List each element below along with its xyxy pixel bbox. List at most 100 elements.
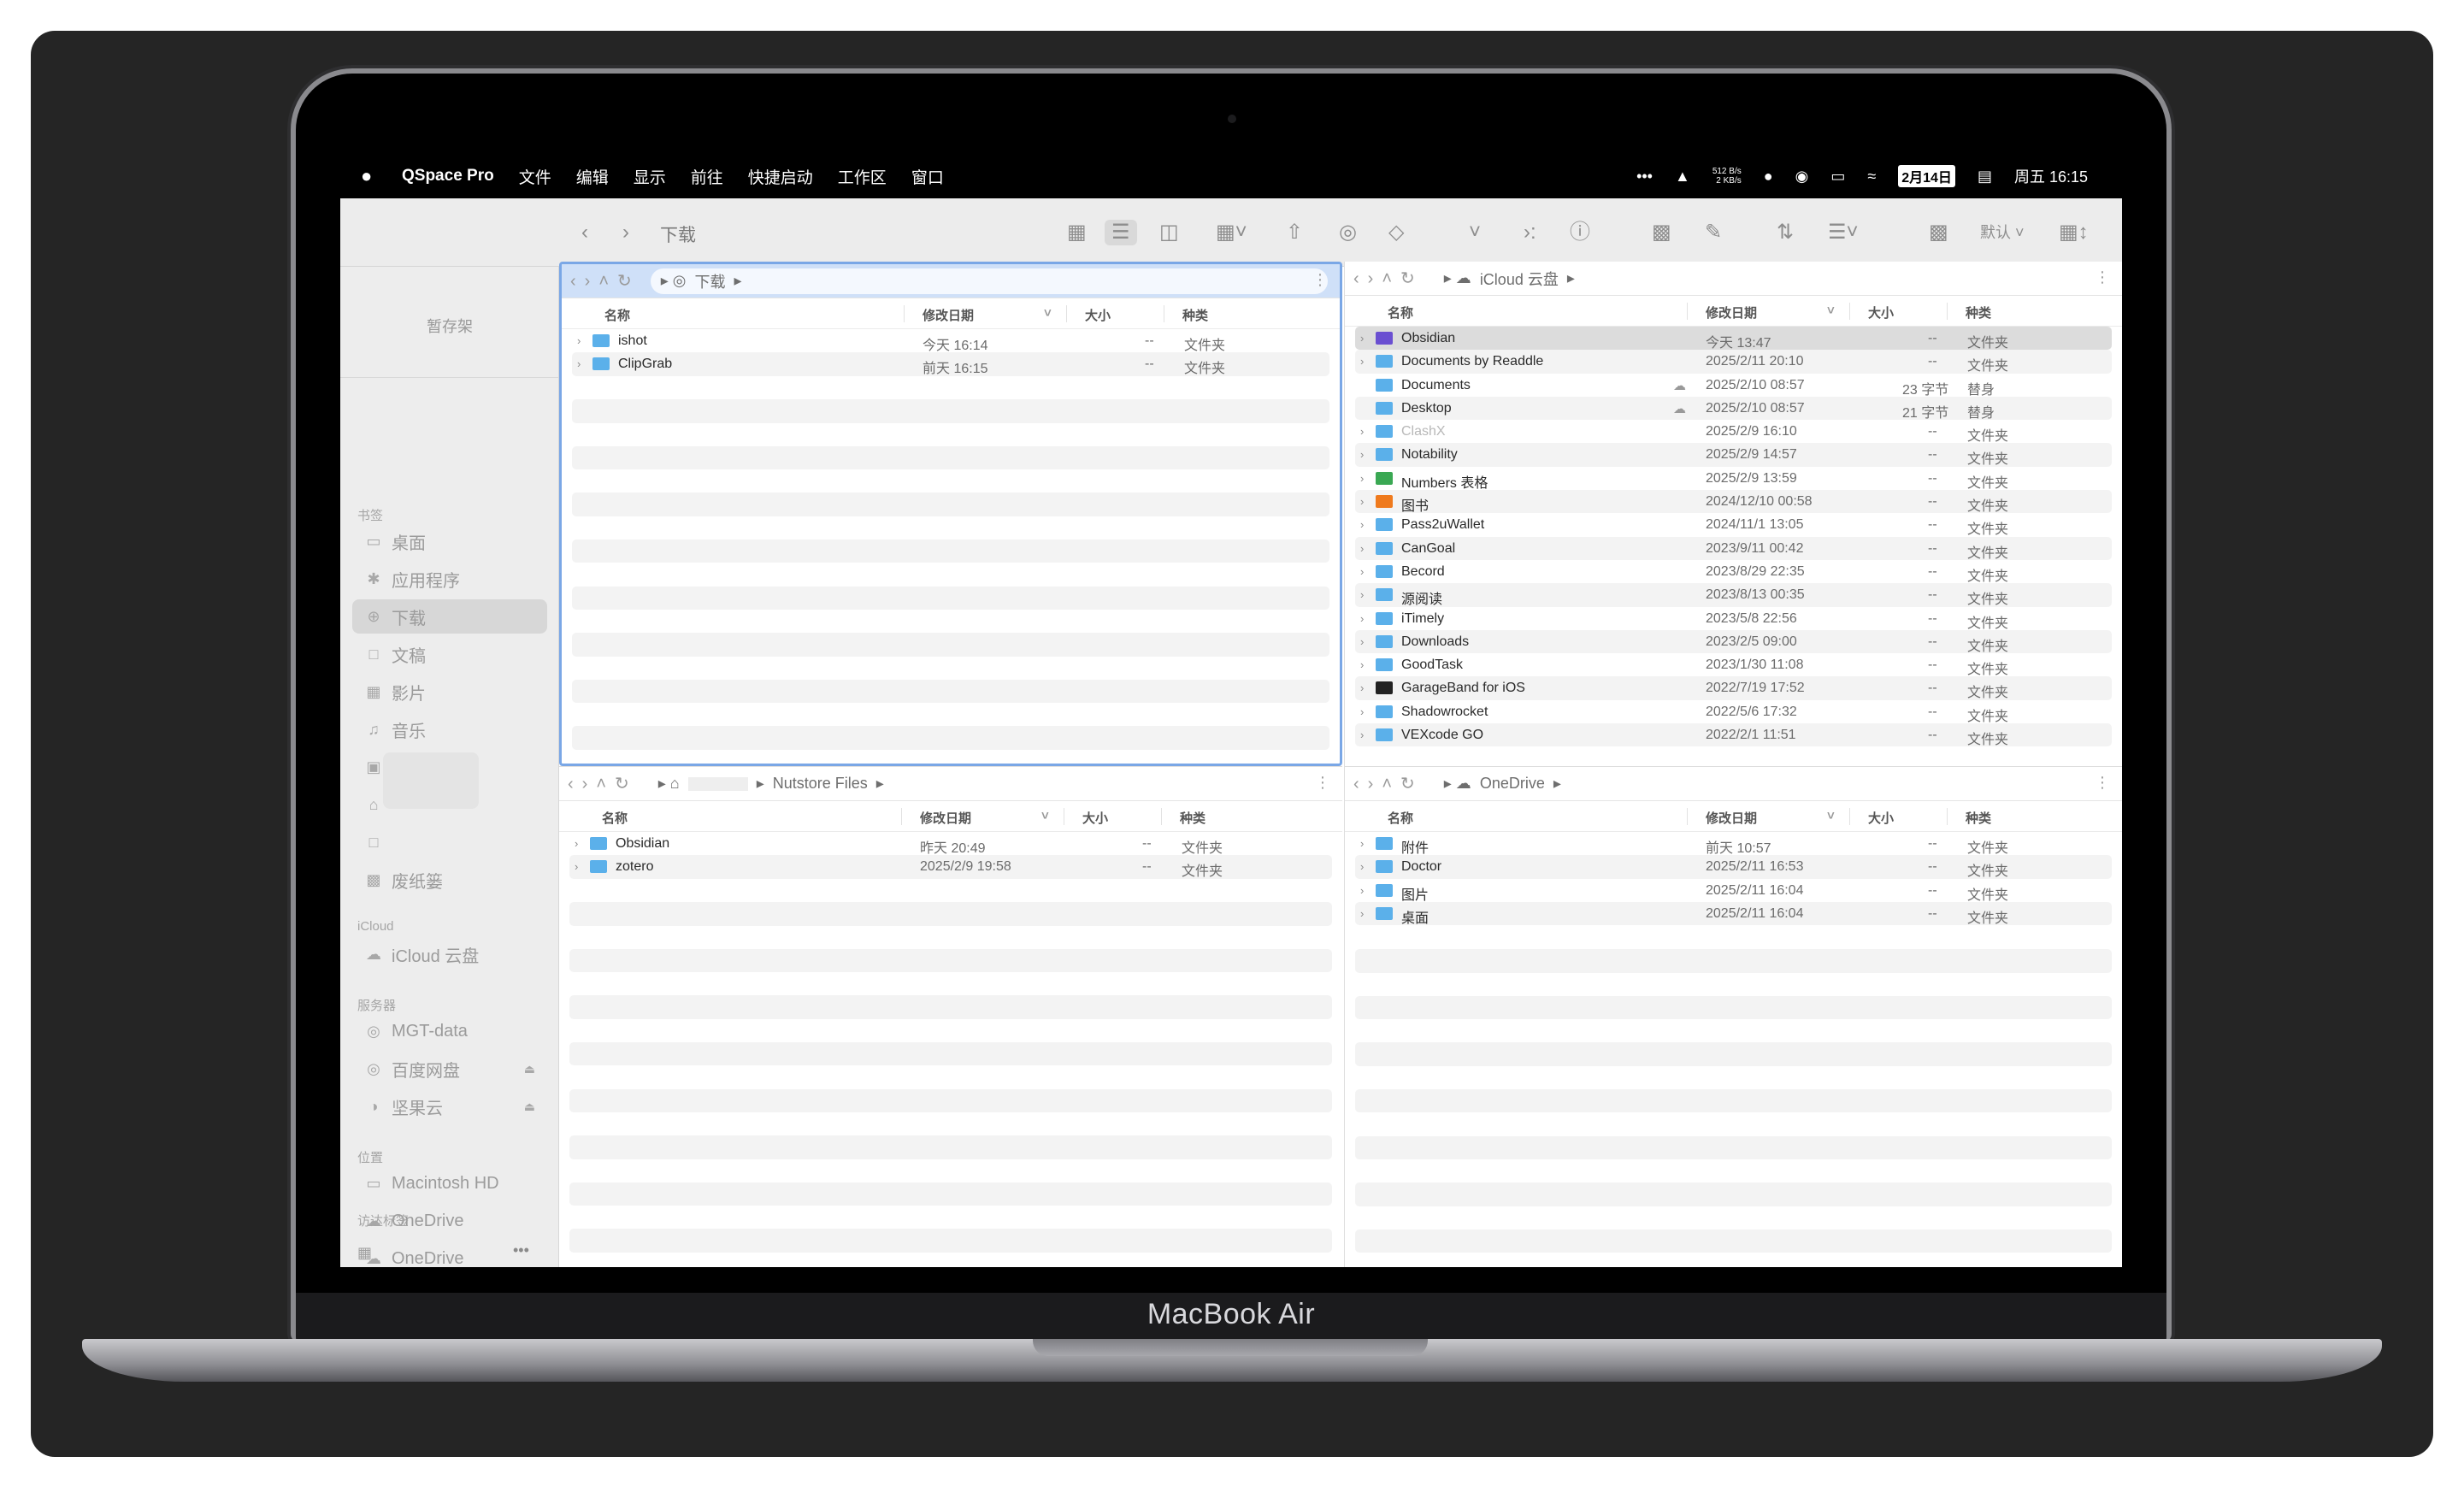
- col-size[interactable]: 大小: [1868, 304, 1894, 321]
- cat-icon[interactable]: ▲: [1675, 168, 1690, 186]
- chevron-right-icon[interactable]: ›: [1360, 907, 1364, 920]
- chevron-right-icon[interactable]: ›: [1360, 472, 1364, 485]
- chevron-right-icon[interactable]: ›: [1360, 728, 1364, 741]
- group-icon[interactable]: ▦˅: [1216, 220, 1247, 245]
- share-icon[interactable]: ⇧: [1286, 220, 1303, 245]
- chevron-right-icon[interactable]: ›: [1360, 705, 1364, 718]
- pane-nav-icons[interactable]: ‹›˄↻: [570, 270, 640, 292]
- sidebar-item-documents[interactable]: □ 文稿: [352, 637, 547, 671]
- sidebar-item-desktop[interactable]: ▭ 桌面: [352, 524, 547, 558]
- chevron-right-icon[interactable]: ›: [1360, 518, 1364, 531]
- col-size[interactable]: 大小: [1082, 809, 1108, 827]
- sidebar-item-baidu[interactable]: ◎ 百度网盘 ⏏: [352, 1052, 547, 1086]
- filter-icon[interactable]: ☰˅: [1828, 220, 1859, 245]
- table-row[interactable]: › Downloads 2023/2/5 09:00 -- 文件夹: [1355, 629, 2112, 654]
- table-row[interactable]: › GoodTask 2023/1/30 11:08 -- 文件夹: [1355, 653, 2112, 677]
- table-row[interactable]: › Documents by Readdle 2025/2/11 20:10 -- 文件…: [1355, 350, 2112, 374]
- col-kind[interactable]: 种类: [1182, 306, 1208, 324]
- sidebar-item-folder[interactable]: □: [352, 825, 547, 859]
- cloud-download-icon[interactable]: ☁: [1673, 378, 1686, 393]
- chevron-right-icon[interactable]: ›: [1360, 448, 1364, 461]
- col-name[interactable]: 名称: [1388, 809, 1413, 827]
- chevron-right-icon[interactable]: ›: [1360, 837, 1364, 850]
- grid-apps-icon[interactable]: ▦: [357, 1244, 372, 1262]
- menu-quicklaunch[interactable]: 快捷启动: [748, 165, 813, 188]
- chevron-right-icon[interactable]: ›: [1360, 565, 1364, 578]
- chevron-right-icon[interactable]: ›: [1360, 635, 1364, 648]
- table-row[interactable]: › 图书 2024/12/10 00:58 -- 文件夹: [1355, 490, 2112, 514]
- edit-icon[interactable]: ✎: [1705, 220, 1722, 245]
- airdrop-icon[interactable]: ◎: [1339, 220, 1357, 245]
- eject-icon[interactable]: ⏏: [524, 1100, 535, 1114]
- table-row[interactable]: › Pass2uWallet 2024/11/1 13:05 -- 文件夹: [1355, 513, 2112, 537]
- sidebar-item-music[interactable]: ♫ 音乐: [352, 712, 547, 746]
- col-kind[interactable]: 种类: [1966, 304, 1991, 321]
- table-row[interactable]: Documents ☁ 2025/2/10 08:57 23 字节 替身: [1355, 373, 2112, 398]
- chevron-right-icon[interactable]: ›: [1360, 612, 1364, 625]
- sidebar-item-movies[interactable]: ▦ 影片: [352, 675, 547, 709]
- pane-nav-icons[interactable]: ‹›˄↻: [1353, 773, 1424, 794]
- ghost-icon[interactable]: ●: [1764, 168, 1773, 186]
- info-icon[interactable]: ⓘ: [1570, 220, 1590, 245]
- table-row[interactable]: › Becord 2023/8/29 22:35 -- 文件夹: [1355, 559, 2112, 584]
- table-row[interactable]: › Obsidian 今天 13:47 -- 文件夹: [1355, 327, 2112, 351]
- table-row[interactable]: › zotero 2025/2/9 19:58 -- 文件夹: [569, 855, 1332, 879]
- pane-nutstore[interactable]: ‹›˄↻ ▸ ⌂ ▸ Nutstore Files ▸ ⋮ 名称 修改日期 ˅ …: [559, 766, 1342, 1267]
- pane-nav-icons[interactable]: ‹›˄↻: [1353, 268, 1424, 289]
- sync-icon[interactable]: ◉: [1795, 168, 1809, 186]
- chevron-right-icon[interactable]: ›: [1360, 658, 1364, 671]
- eject-icon[interactable]: ⏏: [524, 1062, 535, 1076]
- table-row[interactable]: › GarageBand for iOS 2022/7/19 17:52 -- 文件夹: [1355, 676, 2112, 700]
- sort-icon[interactable]: ⇅: [1777, 220, 1794, 245]
- chevron-right-icon[interactable]: ›: [1360, 425, 1364, 438]
- menu-window[interactable]: 窗口: [911, 165, 944, 188]
- date-badge[interactable]: 2月14日: [1898, 165, 1955, 187]
- table-row[interactable]: › Doctor 2025/2/11 16:53 -- 文件夹: [1355, 855, 2112, 879]
- table-row[interactable]: › ClashX 2025/2/9 16:10 -- 文件夹: [1355, 420, 2112, 444]
- icon-view-icon[interactable]: ▦: [1067, 220, 1087, 245]
- menu-workspace[interactable]: 工作区: [838, 165, 887, 188]
- layout-icon[interactable]: ▦↕: [2059, 220, 2089, 245]
- table-row[interactable]: › Obsidian 昨天 20:49 -- 文件夹: [569, 832, 1332, 856]
- path-control[interactable]: ▸ ☁ iCloud 云盘 ▸: [1434, 266, 1585, 292]
- terminal-arrow-icon[interactable]: ›:: [1524, 220, 1536, 245]
- table-row[interactable]: › 附件 前天 10:57 -- 文件夹: [1355, 832, 2112, 856]
- clock[interactable]: 周五 16:15: [2014, 165, 2088, 187]
- forward-icon[interactable]: ›: [622, 220, 629, 245]
- col-name[interactable]: 名称: [602, 809, 628, 827]
- delete-icon[interactable]: ▩: [1929, 220, 1948, 245]
- back-icon[interactable]: ‹: [581, 220, 588, 245]
- more-dots-icon[interactable]: •••: [1636, 168, 1653, 186]
- col-date[interactable]: 修改日期: [923, 306, 974, 324]
- cloud-download-icon[interactable]: ☁: [1673, 401, 1686, 416]
- table-row[interactable]: › ClipGrab 前天 16:15 -- 文件夹: [572, 352, 1329, 376]
- wifi-icon[interactable]: ≈: [1867, 168, 1876, 186]
- chevron-right-icon[interactable]: ›: [575, 860, 578, 873]
- col-date[interactable]: 修改日期: [1706, 809, 1757, 827]
- chevron-right-icon[interactable]: ›: [1360, 860, 1364, 873]
- col-kind[interactable]: 种类: [1966, 809, 1991, 827]
- chevron-right-icon[interactable]: ›: [1360, 588, 1364, 601]
- column-view-icon[interactable]: ◫: [1159, 220, 1179, 245]
- pane-downloads[interactable]: ‹›˄↻ ▸ ◎ 下载 ▸ ⋮ 名称 修改日期 ˅ 大小 种类 › ishot 今天…: [559, 262, 1342, 766]
- table-row[interactable]: › Numbers 表格 2025/2/9 13:59 -- 文件夹: [1355, 466, 2112, 491]
- sidebar-item-macintosh-hd[interactable]: ▭ Macintosh HD: [352, 1166, 547, 1200]
- table-row[interactable]: › iTimely 2023/5/8 22:56 -- 文件夹: [1355, 606, 2112, 631]
- table-row[interactable]: Desktop ☁ 2025/2/10 08:57 21 字节 替身: [1355, 396, 2112, 421]
- menu-view[interactable]: 显示: [634, 165, 666, 188]
- table-row[interactable]: › 图片 2025/2/11 16:04 -- 文件夹: [1355, 878, 2112, 903]
- table-row[interactable]: › 源阅读 2023/8/13 00:35 -- 文件夹: [1355, 583, 2112, 607]
- col-kind[interactable]: 种类: [1180, 809, 1205, 827]
- table-row[interactable]: › 桌面 2025/2/11 16:04 -- 文件夹: [1355, 901, 2112, 926]
- col-date[interactable]: 修改日期: [920, 809, 971, 827]
- pane-more-icon[interactable]: ⋮: [1312, 271, 1328, 289]
- pane-more-icon[interactable]: ⋮: [2095, 774, 2110, 792]
- pane-icloud[interactable]: ‹›˄↻ ▸ ☁ iCloud 云盘 ▸ ⋮ 名称 修改日期 ˅ 大小 种类 ›…: [1344, 262, 2122, 766]
- chevron-right-icon[interactable]: ›: [1360, 681, 1364, 694]
- menu-go[interactable]: 前往: [691, 165, 723, 188]
- table-row[interactable]: › Notability 2025/2/9 14:57 -- 文件夹: [1355, 443, 2112, 467]
- chevron-right-icon[interactable]: ›: [1360, 542, 1364, 555]
- sidebar-item-trash[interactable]: ▩ 废纸篓: [352, 863, 547, 897]
- sidebar-item-apps[interactable]: ✱ 应用程序: [352, 562, 547, 596]
- chevron-right-icon[interactable]: ›: [1360, 495, 1364, 508]
